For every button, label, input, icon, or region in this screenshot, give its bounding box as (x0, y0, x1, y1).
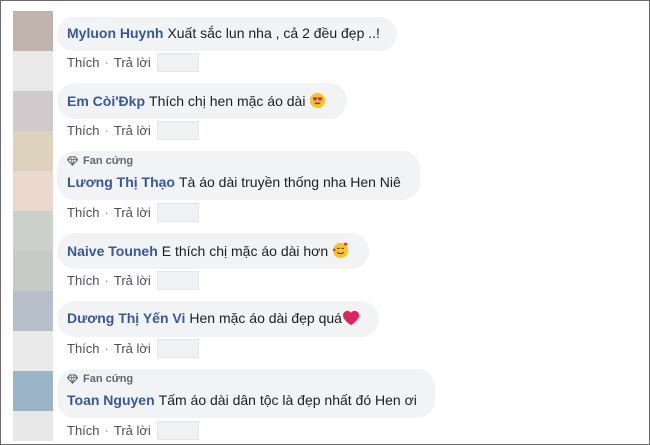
comment-author[interactable]: Dương Thị Yến Vi (67, 310, 185, 326)
comment-thread: Myluon Huynh Xuất sắc lun nha , cả 2 đều … (0, 0, 650, 445)
reply-button[interactable]: Trả lời (114, 123, 151, 138)
avatar[interactable] (13, 171, 53, 211)
comment-author[interactable]: Naive Touneh (67, 243, 158, 259)
comment-author[interactable]: Em Còi'Đkp (67, 93, 145, 109)
diamond-icon (67, 374, 78, 384)
comment-text: Tà áo dài truyền thống nha Hen Niê (178, 174, 401, 190)
like-button[interactable]: Thích (67, 205, 100, 220)
avatar-placeholder (13, 371, 53, 411)
diamond-icon (67, 156, 78, 166)
separator-dot: · (104, 423, 109, 438)
reply-button[interactable]: Trả lời (114, 341, 151, 356)
comment-bubble: Myluon Huynh Xuất sắc lun nha , cả 2 đều … (57, 17, 397, 51)
like-button[interactable]: Thích (67, 55, 100, 70)
avatar-placeholder (13, 411, 53, 441)
separator-dot: · (104, 205, 109, 220)
comment-text: E thích chị mặc áo dài hơn (161, 243, 329, 259)
avatar[interactable] (13, 251, 53, 291)
avatar[interactable] (13, 11, 53, 51)
timestamp-redacted (156, 339, 199, 358)
like-button[interactable]: Thích (67, 423, 100, 438)
comment-bubble: Em Còi'Đkp Thích chị hen mặc áo dài (57, 83, 347, 119)
avatar-placeholder (13, 211, 53, 251)
red-heart-emoji-icon (342, 310, 360, 329)
top-fan-label: Fan cứng (83, 373, 134, 385)
comment-author[interactable]: Toan Nguyen (67, 392, 155, 408)
top-fan-label: Fan cứng (83, 155, 134, 167)
separator-dot: · (104, 55, 109, 70)
avatar-placeholder (13, 51, 53, 91)
timestamp-redacted (156, 271, 199, 290)
reply-button[interactable]: Trả lời (114, 273, 151, 288)
reply-button[interactable]: Trả lời (114, 205, 151, 220)
timestamp-redacted (156, 421, 199, 440)
comment-author[interactable]: Myluon Huynh (67, 25, 163, 41)
reply-button[interactable]: Trả lời (114, 423, 151, 438)
avatar-placeholder (13, 131, 53, 171)
comment-text: Hen mặc áo dài đẹp quá (189, 310, 342, 326)
like-button[interactable]: Thích (67, 123, 100, 138)
comment-bubble: Fan cứng Lương Thị Thạo Tà áo dài truyền … (57, 151, 420, 200)
heart-eyes-emoji-icon (309, 92, 326, 112)
comment-bubble: Fan cứng Toan Nguyen Tấm áo dài dân tộc l… (57, 369, 435, 418)
timestamp-redacted (156, 121, 199, 140)
avatar[interactable] (13, 331, 53, 371)
reply-button[interactable]: Trả lời (114, 55, 151, 70)
comment-text: Thích chị hen mặc áo dài (149, 93, 306, 109)
separator-dot: · (104, 341, 109, 356)
comment-bubble: Naive Touneh E thích chị mặc áo dài hơn (57, 233, 369, 269)
avatar-placeholder (13, 291, 53, 331)
comment-author[interactable]: Lương Thị Thạo (67, 174, 175, 190)
top-fan-badge: Fan cứng (67, 155, 133, 167)
timestamp-redacted (156, 53, 199, 72)
comment-text: Xuất sắc lun nha , cả 2 đều đẹp ..! (167, 25, 380, 41)
comment-text: Tấm áo dài dân tộc là đẹp nhất đó Hen ơi (158, 392, 417, 408)
separator-dot: · (104, 123, 109, 138)
like-button[interactable]: Thích (67, 341, 100, 356)
top-fan-badge: Fan cứng (67, 373, 133, 385)
like-button[interactable]: Thích (67, 273, 100, 288)
smiling-hearts-emoji-icon (332, 242, 349, 262)
avatar[interactable] (13, 91, 53, 131)
timestamp-redacted (156, 203, 199, 222)
comment-bubble: Dương Thị Yến Vi Hen mặc áo dài đẹp quá (57, 301, 379, 337)
separator-dot: · (104, 273, 109, 288)
